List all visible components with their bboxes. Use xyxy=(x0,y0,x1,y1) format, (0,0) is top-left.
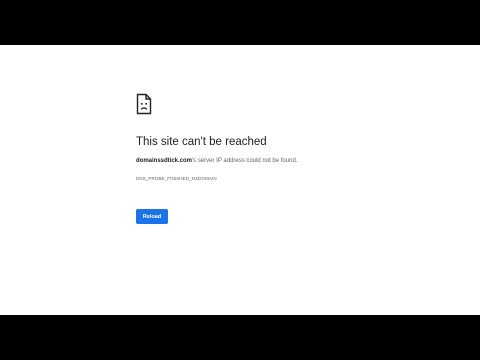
error-code: DNS_PROBE_FINISHED_NXDOMAIN xyxy=(136,176,217,181)
browser-viewport: This site can't be reached domainssdtick… xyxy=(0,45,480,315)
letterbox-bottom-bar xyxy=(0,315,480,360)
error-title: This site can't be reached xyxy=(136,136,267,148)
error-message: domainssdtick.com's server IP address co… xyxy=(136,158,297,164)
letterbox-top-bar xyxy=(0,0,480,45)
error-message-suffix: 's server IP address could not be found. xyxy=(192,158,298,164)
error-domain: domainssdtick.com xyxy=(136,158,193,164)
reload-button[interactable]: Reload xyxy=(136,209,168,224)
sad-document-icon xyxy=(136,93,152,115)
